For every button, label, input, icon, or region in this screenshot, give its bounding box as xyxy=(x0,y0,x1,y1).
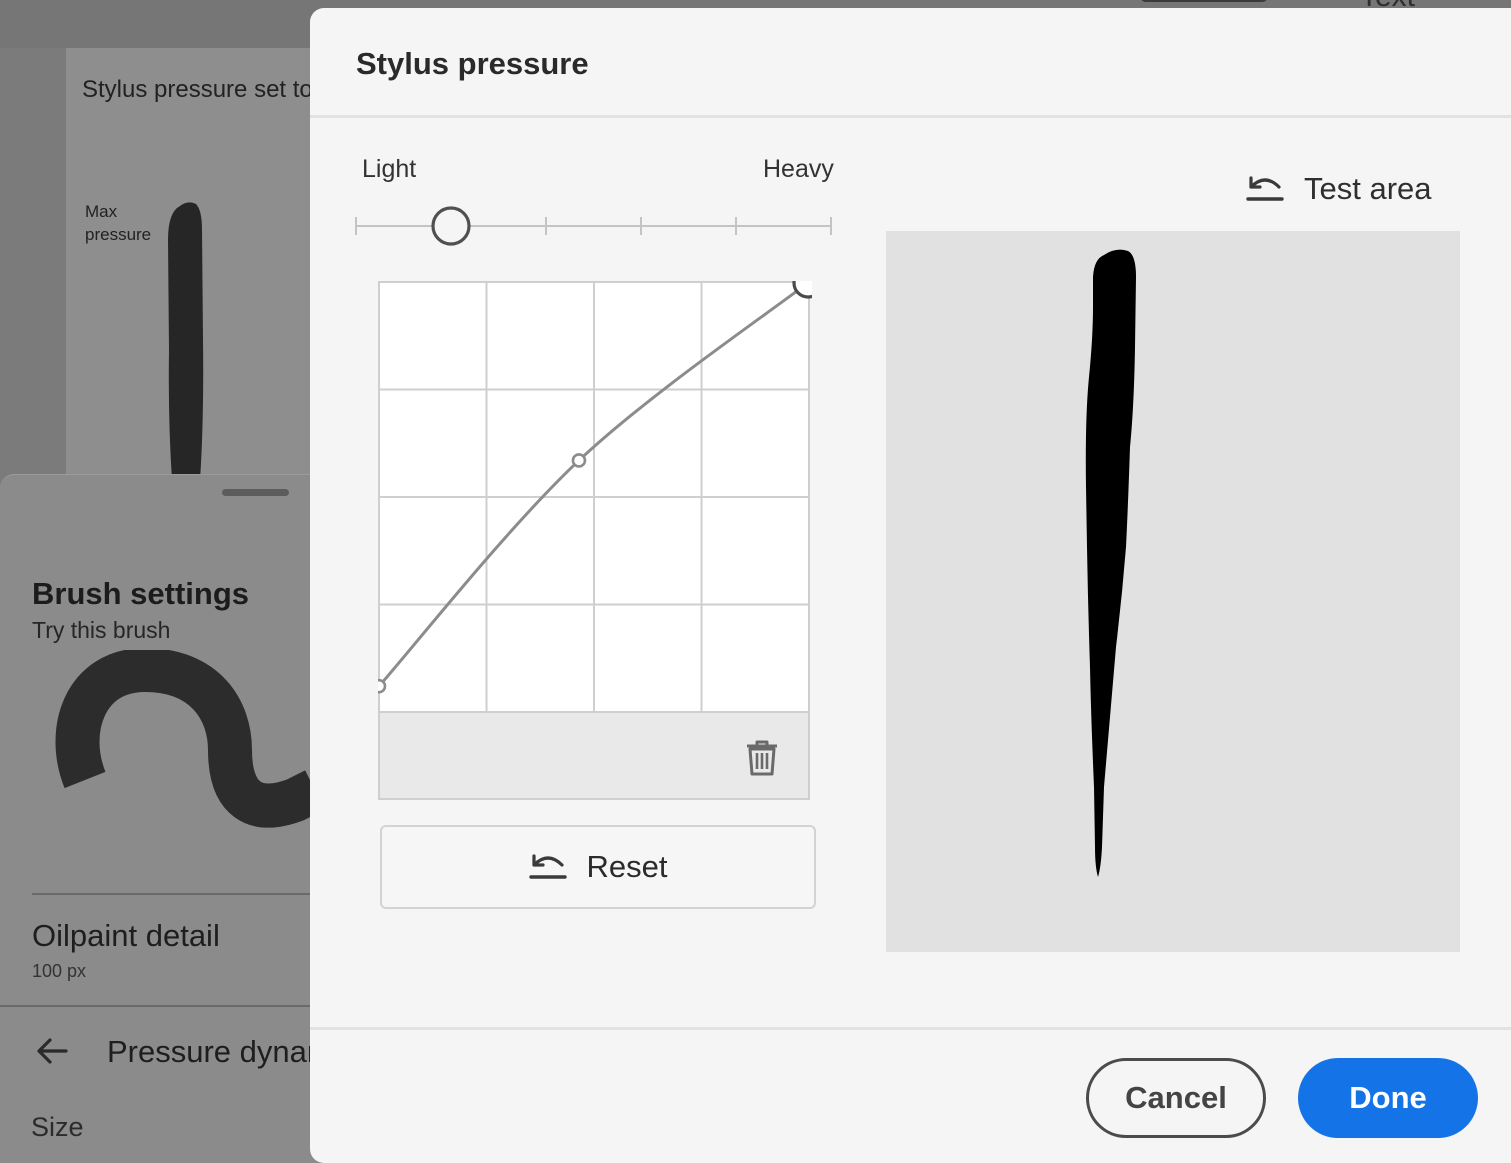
slider-max-label: Heavy xyxy=(763,155,834,183)
panel-drag-handle xyxy=(222,489,289,496)
pressure-slider[interactable] xyxy=(354,204,834,248)
undo-icon xyxy=(528,854,567,879)
reset-label: Reset xyxy=(586,849,668,884)
brush-size: 100 px xyxy=(32,961,87,981)
brush-preview-stroke xyxy=(55,650,315,828)
dialog-title: Stylus pressure xyxy=(356,46,589,81)
pressure-curve-editor[interactable] xyxy=(378,281,812,715)
size-label: Size xyxy=(31,1112,84,1142)
test-brush-stroke xyxy=(1085,249,1136,877)
curve-control-point[interactable] xyxy=(571,453,587,468)
panel-divider xyxy=(0,1005,332,1007)
test-drawing-area[interactable] xyxy=(886,231,1460,952)
reset-button[interactable]: Reset xyxy=(380,825,816,909)
panel-divider xyxy=(32,893,332,895)
done-button[interactable]: Done xyxy=(1298,1058,1478,1138)
trash-icon[interactable] xyxy=(742,737,782,777)
brush-settings-title: Brush settings xyxy=(32,576,250,611)
app-stage: Text Stylus pressure set to Max pressure… xyxy=(0,0,1511,1163)
background-toolbar-button xyxy=(1140,0,1268,2)
brush-try-label: Try this brush xyxy=(32,617,171,643)
max-pressure-stroke xyxy=(168,202,204,480)
undo-icon xyxy=(1246,176,1284,201)
brush-name: Oilpaint detail xyxy=(32,918,220,953)
max-label-line2: pressure xyxy=(85,225,152,244)
max-pressure-label: Max pressure xyxy=(85,200,151,246)
pressure-preview-title: Stylus pressure set to xyxy=(82,76,313,103)
curve-control-point[interactable] xyxy=(378,678,387,694)
max-label-line1: Max xyxy=(85,202,118,221)
arrow-left-icon xyxy=(37,1038,68,1064)
dialog-divider xyxy=(310,115,1511,118)
slider-thumb[interactable] xyxy=(431,206,471,246)
stylus-pressure-dialog: Stylus pressure Light Heavy Reset Test a… xyxy=(310,8,1511,1163)
slider-min-label: Light xyxy=(362,155,417,183)
cancel-button[interactable]: Cancel xyxy=(1086,1058,1266,1138)
dialog-divider xyxy=(310,1027,1511,1030)
test-area-label: Test area xyxy=(1304,171,1432,206)
test-area-reset[interactable]: Test area xyxy=(1246,171,1432,207)
curve-toolbar xyxy=(378,712,810,800)
